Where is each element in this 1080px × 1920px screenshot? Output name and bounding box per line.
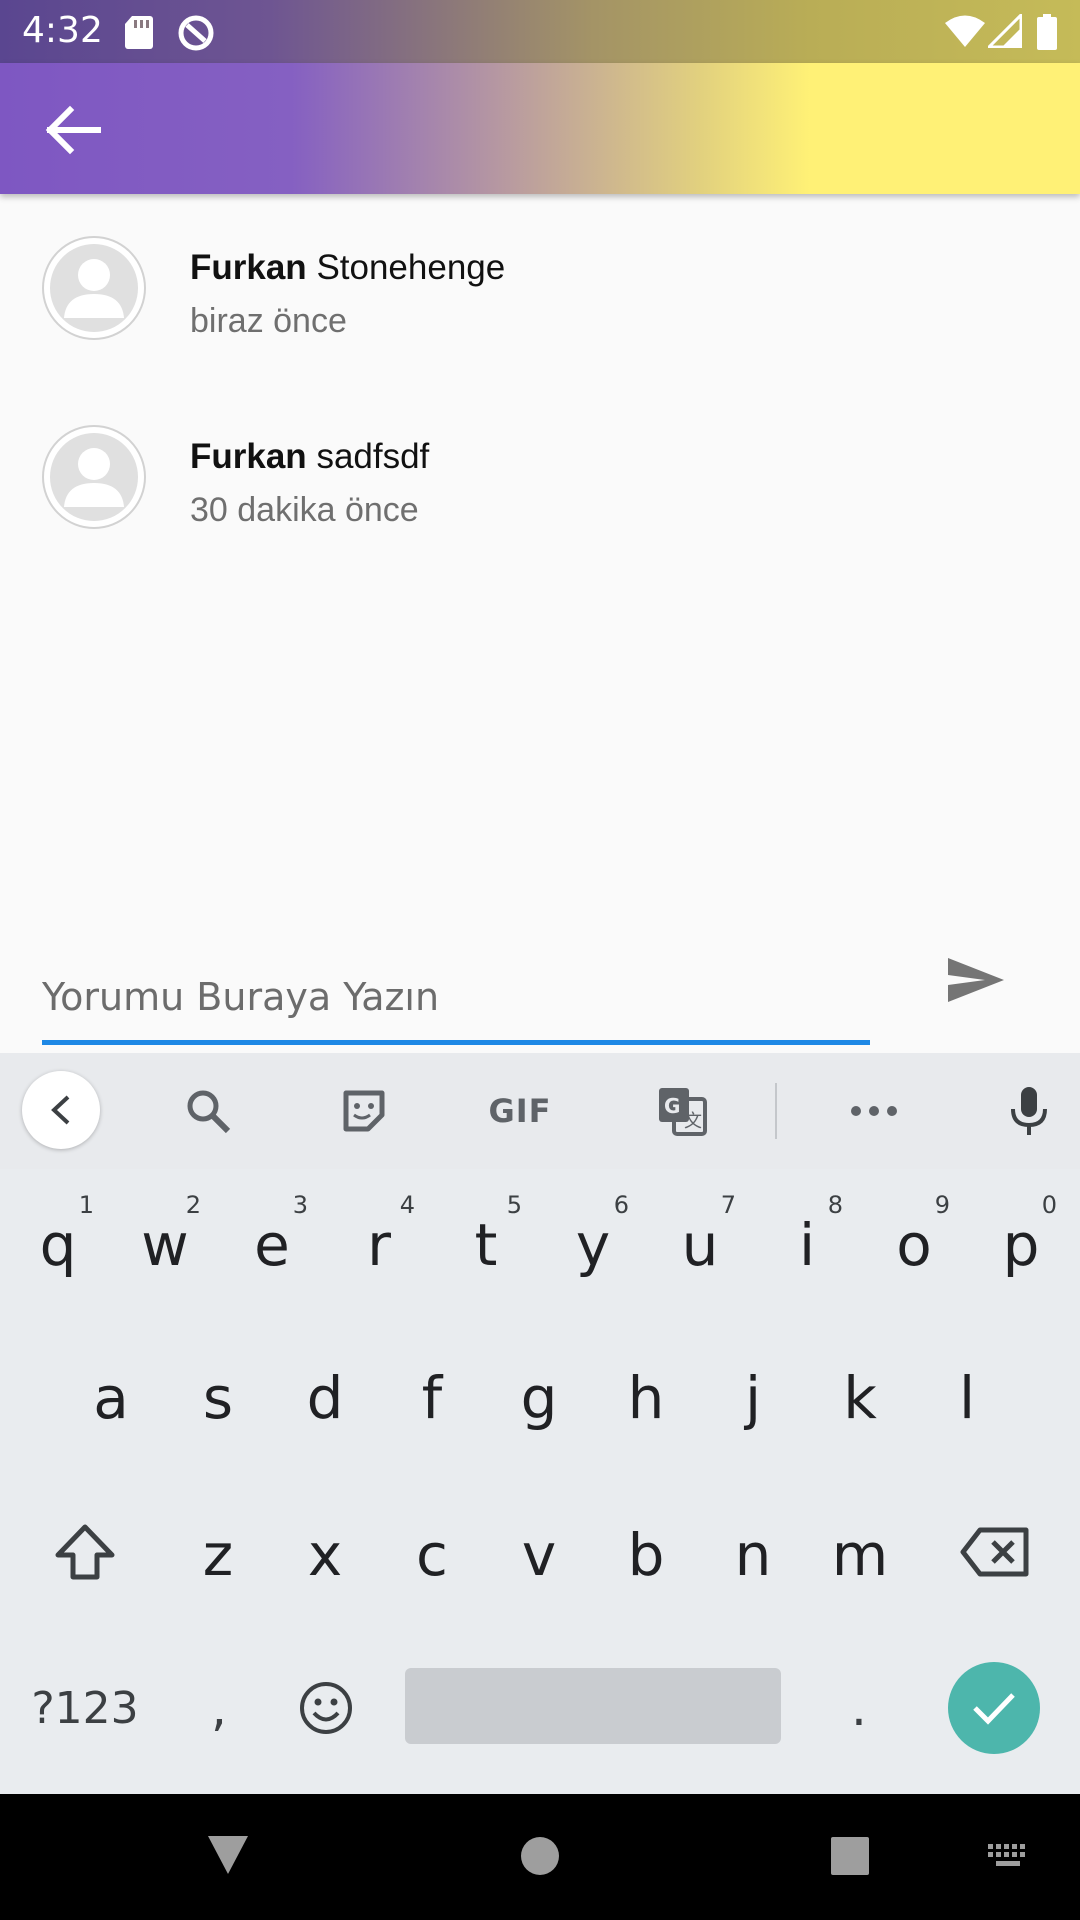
period-key[interactable]: . xyxy=(816,1663,902,1753)
more-icon xyxy=(851,1106,897,1116)
key-u[interactable]: u7 xyxy=(650,1183,750,1303)
status-bar: 4:32 xyxy=(0,0,1080,63)
key-d[interactable]: d xyxy=(275,1336,375,1456)
key-o[interactable]: o9 xyxy=(864,1183,964,1303)
comment-author: Furkan xyxy=(190,248,307,287)
soft-keyboard: GIF G 文 q1 w2 e3 r4 t5 y6 u 7 i 8 o 9 p … xyxy=(0,1053,1080,1794)
space-key[interactable] xyxy=(405,1668,781,1744)
wifi-icon xyxy=(945,15,985,47)
comment-text: Stonehenge xyxy=(316,248,506,287)
keyboard-switch-icon[interactable] xyxy=(986,1842,1030,1870)
comma-key[interactable]: , xyxy=(176,1663,262,1753)
key-h[interactable]: h xyxy=(596,1336,696,1456)
status-time: 4:32 xyxy=(22,10,103,51)
key-l[interactable]: l xyxy=(917,1336,1017,1456)
more-button[interactable] xyxy=(848,1083,900,1139)
arrow-back-icon xyxy=(45,105,101,155)
battery-icon xyxy=(1037,14,1057,50)
comment-line: Furkan Stonehenge xyxy=(190,248,505,288)
key-s[interactable]: s xyxy=(168,1336,268,1456)
key-m[interactable]: m xyxy=(810,1493,910,1613)
emoji-icon xyxy=(300,1682,352,1734)
sd-card-icon xyxy=(125,16,153,49)
key-w[interactable]: w2 xyxy=(115,1183,215,1303)
key-b[interactable]: b xyxy=(596,1493,696,1613)
signal-icon xyxy=(988,14,1022,48)
input-underline xyxy=(42,1040,870,1045)
chevron-left-icon xyxy=(51,1095,70,1125)
key-p[interactable]: p0 xyxy=(971,1183,1071,1303)
key-k[interactable]: k xyxy=(810,1336,910,1456)
shift-key[interactable] xyxy=(30,1502,140,1602)
comment-input[interactable] xyxy=(42,950,870,1044)
backspace-key[interactable] xyxy=(940,1502,1050,1602)
sync-icon xyxy=(178,15,214,51)
key-n[interactable]: n xyxy=(703,1493,803,1613)
emoji-key[interactable] xyxy=(286,1663,366,1753)
translate-button[interactable]: G 文 xyxy=(652,1083,712,1139)
sticker-button[interactable] xyxy=(334,1083,394,1139)
key-c[interactable]: c xyxy=(382,1493,482,1613)
gif-icon: GIF xyxy=(488,1092,552,1130)
backspace-icon xyxy=(960,1527,1029,1577)
key-j[interactable]: j xyxy=(703,1336,803,1456)
key-x[interactable]: x xyxy=(275,1493,375,1613)
home-circle-icon[interactable] xyxy=(520,1836,560,1876)
navigation-bar xyxy=(0,1794,1080,1920)
comment-time: 30 dakika önce xyxy=(190,491,419,529)
person-placeholder-icon xyxy=(50,433,138,521)
key-e[interactable]: e3 xyxy=(222,1183,322,1303)
key-a[interactable]: a xyxy=(61,1336,161,1456)
person-placeholder-icon xyxy=(50,244,138,332)
key-i[interactable]: i8 xyxy=(757,1183,857,1303)
keyboard-search-button[interactable] xyxy=(178,1083,238,1139)
enter-key[interactable] xyxy=(948,1662,1040,1754)
search-icon xyxy=(187,1090,231,1134)
comment-item: Furkan sadfsdf 30 dakika önce xyxy=(0,425,1080,595)
symbols-key[interactable]: ?123 xyxy=(20,1663,150,1753)
gif-button[interactable]: GIF xyxy=(482,1083,558,1139)
check-icon xyxy=(973,1693,1015,1725)
key-t[interactable]: t5 xyxy=(436,1183,536,1303)
comment-time: biraz önce xyxy=(190,302,347,340)
mic-icon xyxy=(1011,1087,1047,1135)
send-button[interactable] xyxy=(940,950,1010,1010)
comment-item: Furkan Stonehenge biraz önce xyxy=(0,236,1080,406)
key-g[interactable]: g xyxy=(489,1336,589,1456)
svg-text:G: G xyxy=(664,1094,680,1118)
avatar[interactable] xyxy=(42,425,146,529)
key-v[interactable]: v xyxy=(489,1493,589,1613)
translate-icon: G 文 xyxy=(659,1088,707,1136)
key-r[interactable]: r4 xyxy=(329,1183,429,1303)
collapse-keyboard-button[interactable] xyxy=(22,1071,100,1149)
key-z[interactable]: z xyxy=(168,1493,268,1613)
svg-text:文: 文 xyxy=(684,1111,702,1132)
back-triangle-icon[interactable] xyxy=(206,1834,250,1878)
app-bar xyxy=(0,63,1080,194)
comment-author: Furkan xyxy=(190,437,307,476)
shift-icon xyxy=(55,1524,115,1580)
back-button[interactable] xyxy=(40,103,108,157)
send-icon xyxy=(948,958,1004,1002)
avatar[interactable] xyxy=(42,236,146,340)
sticker-icon xyxy=(343,1090,385,1132)
comment-line: Furkan sadfsdf xyxy=(190,437,429,477)
key-y[interactable]: y6 xyxy=(543,1183,643,1303)
voice-input-button[interactable] xyxy=(1006,1083,1052,1139)
key-f[interactable]: f xyxy=(382,1336,482,1456)
key-q[interactable]: q1 xyxy=(8,1183,108,1303)
toolbar-divider xyxy=(775,1083,777,1139)
keyboard-toolbar: GIF G 文 xyxy=(0,1053,1080,1169)
comment-text: sadfsdf xyxy=(316,437,430,476)
recents-square-icon[interactable] xyxy=(830,1836,870,1876)
